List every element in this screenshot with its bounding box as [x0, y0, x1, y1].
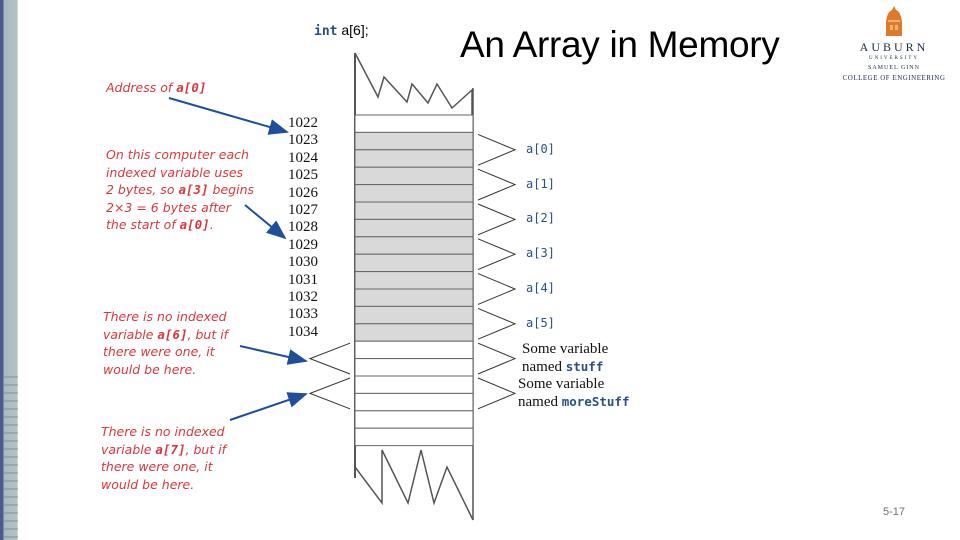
note-line: would be here.: [103, 361, 197, 377]
note-text: begins: [208, 182, 255, 197]
memory-address: 1025: [288, 167, 318, 184]
note-line: There is no indexed: [103, 309, 227, 324]
var-morestuff-line1: Some variable: [518, 376, 605, 392]
element-label: a[0]: [526, 141, 555, 156]
var-morestuff-named: named: [518, 394, 562, 410]
element-bracket: [477, 307, 517, 340]
variable-bracket: [477, 342, 517, 375]
element-label: a[4]: [526, 281, 555, 295]
note-text: Address of: [106, 80, 177, 95]
memory-cell-shaded: [354, 201, 474, 220]
memory-cell: [354, 427, 474, 447]
element-bracket: [477, 203, 517, 236]
element-bracket: [477, 133, 517, 166]
memory-address: 1032: [288, 289, 318, 305]
note-code: a[7]: [155, 441, 186, 457]
variable-bracket: [477, 377, 517, 410]
element-bracket: [477, 273, 517, 305]
memory-cell-shaded: [354, 271, 474, 290]
note-no-a7: There is no indexed variable a[7], but i…: [101, 423, 226, 493]
memory-cell-shaded: [354, 305, 474, 325]
note-text: variable: [101, 441, 156, 457]
memory-cell-shaded: [354, 149, 474, 168]
element-label: a[3]: [526, 246, 555, 261]
memory-address: 1033: [288, 306, 318, 323]
memory-cell: [354, 392, 474, 412]
memory-cell: [354, 410, 474, 429]
note-code: a[0]: [179, 217, 210, 232]
element-label: a[5]: [526, 315, 555, 330]
var-stuff-named: named: [522, 359, 566, 375]
memory-cell-shaded: [354, 184, 474, 203]
memory-address: 1030: [288, 254, 318, 271]
memory-address: 1027: [288, 202, 318, 218]
memory-address: 1023: [288, 132, 318, 149]
note-line: would be here.: [101, 476, 195, 492]
slide-number: 5-17: [883, 506, 906, 518]
var-morestuff-code: moreStuff: [561, 394, 630, 409]
memory-top-torn-edge: [354, 52, 473, 115]
memory-cell: [354, 114, 474, 133]
note-code: a[3]: [178, 182, 209, 197]
memory-cell-shaded: [354, 323, 474, 342]
memory-address: 1034: [288, 323, 318, 340]
note-line: there were one, it: [101, 459, 213, 474]
memory-cell-shaded: [354, 236, 474, 255]
note-text: , but if: [187, 326, 229, 342]
memory-address: 1028: [288, 219, 318, 236]
memory-cell-shaded: [354, 288, 474, 307]
memory-address: 1022: [288, 115, 318, 131]
var-stuff-code: stuff: [565, 359, 604, 374]
note-text: the start of: [106, 217, 180, 232]
memory-address: 1024: [288, 149, 318, 166]
note-text: 2 bytes, so: [106, 182, 179, 197]
note-code: a[6]: [157, 326, 188, 342]
arrow-a7: [229, 392, 308, 421]
memory-cell-shaded: [354, 131, 474, 151]
memory-cell: [354, 358, 474, 377]
memory-cell-shaded: [354, 253, 474, 273]
note-line: On this computer each: [106, 147, 249, 162]
hypothetical-a6-bracket: [308, 342, 351, 375]
memory-cell: [354, 340, 474, 360]
note-line: there were one, it: [103, 344, 215, 359]
var-stuff-line1: Some variable: [522, 341, 609, 357]
note-bytes-per-element: On this computer each indexed variable u…: [106, 146, 254, 234]
note-address-of-a0: Address of a[0]: [106, 79, 206, 97]
arrow-address-a0: [168, 97, 289, 135]
note-text: variable: [103, 326, 158, 342]
memory-bottom-torn-edge: [354, 449, 474, 521]
element-bracket: [477, 168, 517, 201]
memory-cell-shaded: [354, 166, 474, 186]
memory-cells: [354, 114, 474, 447]
note-line: indexed variable uses: [106, 164, 244, 180]
hypothetical-a7-bracket: [308, 377, 351, 410]
element-bracket: [477, 238, 517, 271]
element-label: a[2]: [526, 211, 555, 226]
memory-cell-shaded: [354, 218, 474, 238]
note-text: , but if: [185, 441, 227, 457]
memory-address: 1029: [288, 236, 318, 253]
var-stuff-label: Some variable named stuff: [522, 341, 608, 376]
note-no-a6: There is no indexed variable a[6], but i…: [103, 308, 228, 378]
memory-cell: [354, 375, 474, 394]
element-label: a[1]: [526, 176, 555, 191]
note-code: a[0]: [176, 80, 207, 95]
note-line: There is no indexed: [101, 424, 225, 439]
note-text: .: [209, 217, 214, 232]
note-line: 2×3 = 6 bytes after: [106, 199, 231, 215]
memory-address: 1031: [288, 271, 318, 288]
memory-address: 1026: [288, 184, 318, 201]
arrow-a6: [239, 345, 308, 365]
var-morestuff-label: Some variable named moreStuff: [518, 376, 629, 411]
